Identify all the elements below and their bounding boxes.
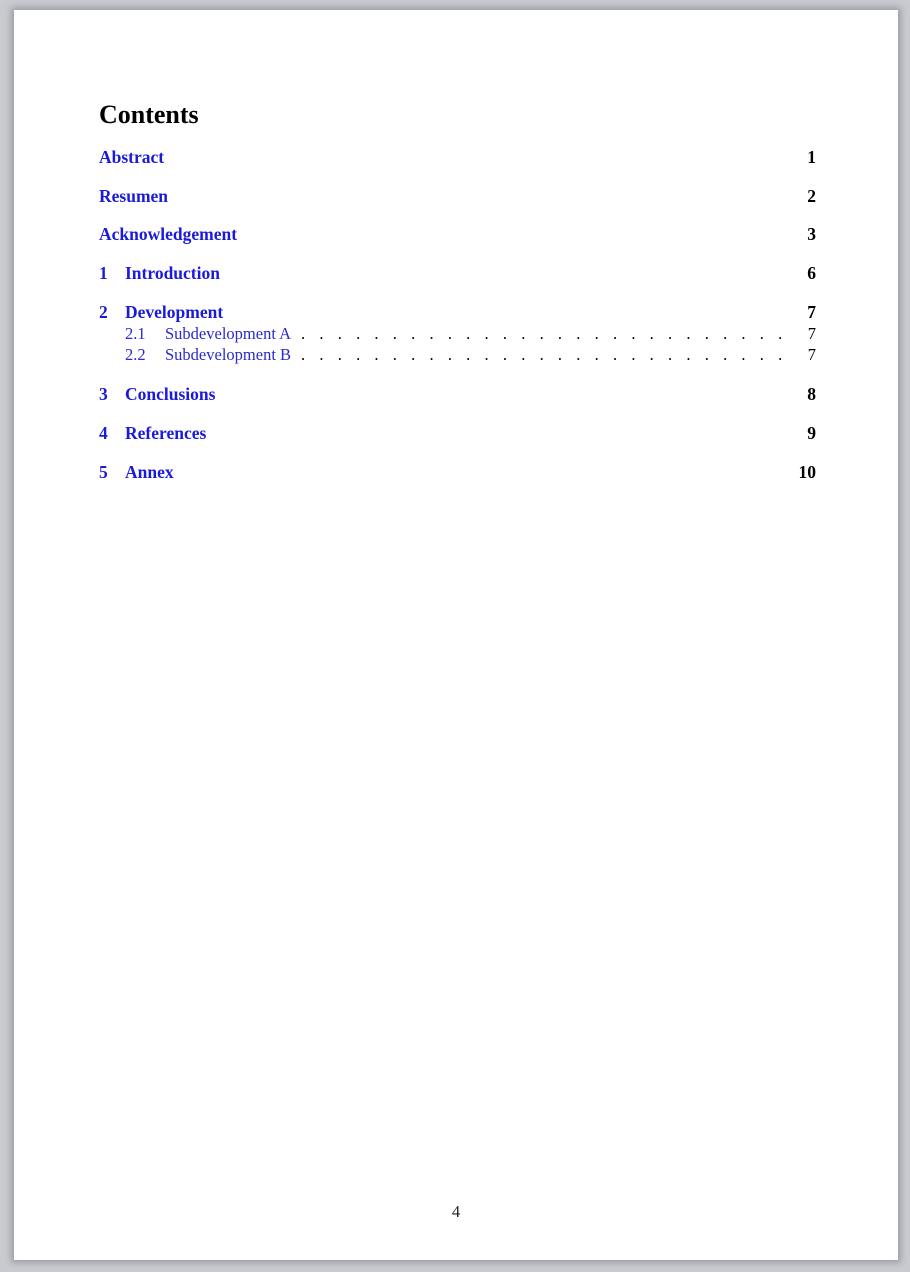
toc-entry-page: 10 xyxy=(798,462,817,482)
toc-entry-label[interactable]: Annex xyxy=(125,461,174,483)
toc-entry-label[interactable]: Abstract xyxy=(99,146,164,168)
toc-entry-acknowledgement[interactable]: Acknowledgement 3 xyxy=(99,223,816,245)
dot-leader xyxy=(301,345,784,365)
dot-leader xyxy=(301,324,784,344)
toc-entry-label[interactable]: Conclusions xyxy=(125,383,215,405)
toc-entry-label[interactable]: Development xyxy=(125,301,223,323)
toc-entry-number[interactable]: 2 xyxy=(99,301,125,323)
toc-entry-conclusions[interactable]: 3 Conclusions 8 xyxy=(99,383,816,405)
toc-entry-page: 6 xyxy=(807,263,816,283)
toc-subentry-page: 7 xyxy=(807,324,816,343)
toc-entry-introduction[interactable]: 1 Introduction 6 xyxy=(99,262,816,284)
toc-entry-page: 1 xyxy=(807,147,816,167)
toc-subentry-number[interactable]: 2.2 xyxy=(125,345,165,365)
toc-entry-page: 2 xyxy=(807,186,816,206)
toc-entry-number[interactable]: 1 xyxy=(99,262,125,284)
toc-entry-label[interactable]: Resumen xyxy=(99,185,168,207)
toc-entry-page: 7 xyxy=(807,302,816,322)
toc-entry-resumen[interactable]: Resumen 2 xyxy=(99,185,816,207)
toc-title: Contents xyxy=(99,100,199,129)
toc-entry-page: 3 xyxy=(807,224,816,244)
toc-entry-abstract[interactable]: Abstract 1 xyxy=(99,146,816,168)
toc-subentry-number[interactable]: 2.1 xyxy=(125,324,165,344)
toc-entry-page: 9 xyxy=(807,423,816,443)
toc-entry-number[interactable]: 5 xyxy=(99,461,125,483)
toc-subentry-subdevelopment-b[interactable]: 2.2 Subdevelopment B 7 xyxy=(99,345,816,365)
page-number: 4 xyxy=(451,1202,461,1221)
toc-entry-label[interactable]: References xyxy=(125,422,206,444)
document-page: Contents Abstract 1 Resumen 2 Acknowledg… xyxy=(14,10,898,1260)
toc-subentry-label[interactable]: Subdevelopment B xyxy=(165,345,291,365)
toc-subentry-page: 7 xyxy=(807,345,816,364)
toc-entry-references[interactable]: 4 References 9 xyxy=(99,422,816,444)
toc-entry-number[interactable]: 3 xyxy=(99,383,125,405)
toc-entry-label[interactable]: Acknowledgement xyxy=(99,223,237,245)
toc-subentry-label[interactable]: Subdevelopment A xyxy=(165,324,291,344)
toc-subentry-subdevelopment-a[interactable]: 2.1 Subdevelopment A 7 xyxy=(99,324,816,344)
toc-entry-page: 8 xyxy=(807,384,816,404)
toc-entry-label[interactable]: Introduction xyxy=(125,262,220,284)
toc-entry-annex[interactable]: 5 Annex 10 xyxy=(99,461,816,483)
toc-entry-development[interactable]: 2 Development 7 xyxy=(99,301,816,323)
toc-entry-number[interactable]: 4 xyxy=(99,422,125,444)
